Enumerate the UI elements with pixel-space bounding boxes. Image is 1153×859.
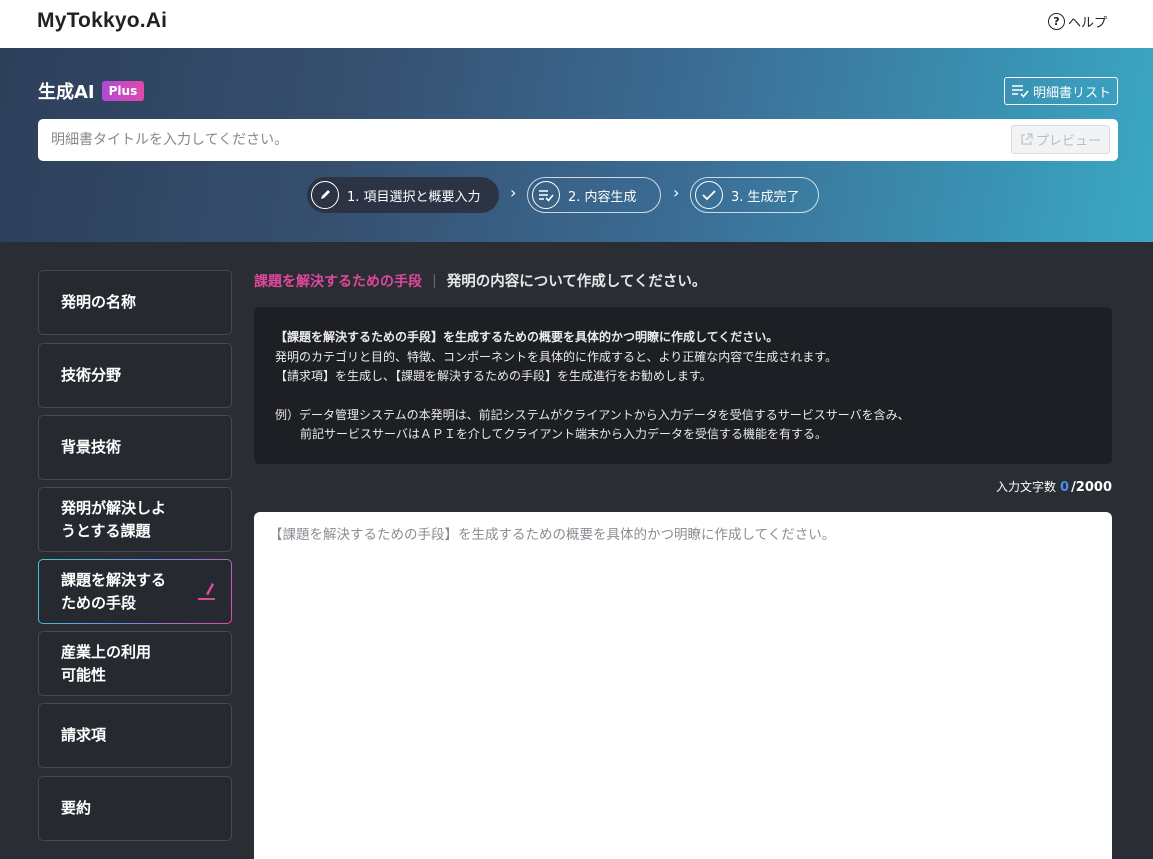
sidebar-item-label: 発明の名称 xyxy=(61,293,137,311)
section-instruction: 発明の内容について作成してください。 xyxy=(446,274,707,290)
sidebar-item-label: 課題を解決する ための手段 xyxy=(61,570,167,612)
spec-list-label: 明細書リスト xyxy=(1032,85,1111,101)
preview-label: プレビュー xyxy=(1035,134,1101,149)
sidebar-item-industrial-applicability[interactable]: 産業上の利用 可能性 xyxy=(38,631,232,696)
pencil-edit-icon xyxy=(198,583,215,600)
guide-line-1: 【課題を解決するための手段】を生成するための概要を具体的かつ明瞭に作成してくださ… xyxy=(275,330,779,344)
list-check-icon xyxy=(1011,85,1029,98)
spec-list-button[interactable]: 明細書リスト xyxy=(1004,77,1118,105)
preview-button[interactable]: プレビュー xyxy=(1011,125,1110,154)
guide-example-1: 例）データ管理システムの本発明は、前記システムがクライアントから入力データを受信… xyxy=(275,407,910,422)
title-input[interactable] xyxy=(38,119,998,161)
sidebar-item-problem[interactable]: 発明が解決しよ うとする課題 xyxy=(38,487,232,552)
hero-header: 生成AI Plus 明細書リスト プレビュー 1. 項目選択と概要入力 › xyxy=(0,48,1153,242)
char-counter-max: /2000 xyxy=(1071,480,1112,495)
content-textarea[interactable] xyxy=(254,512,1112,859)
app-logo[interactable]: MyTokkyo.Ai xyxy=(37,9,167,33)
heading-separator: | xyxy=(432,272,437,289)
list-check-icon xyxy=(532,181,560,209)
guide-example-2: 前記サービスサーバはＡＰＩを介してクライアント端末から入力データを受信する機能を… xyxy=(300,427,828,441)
char-counter-current: 0 xyxy=(1060,480,1070,495)
sidebar-item-technical-field[interactable]: 技術分野 xyxy=(38,343,232,408)
content-input-container xyxy=(254,512,1112,859)
help-button[interactable]: ? ヘルプ xyxy=(1048,12,1107,31)
step-3[interactable]: 3. 生成完了 xyxy=(690,177,819,213)
sidebar-item-solution[interactable]: 課題を解決する ための手段 xyxy=(38,559,232,624)
sidebar-item-label: 技術分野 xyxy=(61,366,122,384)
guide-box: 【課題を解決するための手段】を生成するための概要を具体的かつ明瞭に作成してくださ… xyxy=(254,307,1112,464)
check-icon xyxy=(695,181,723,209)
chevron-right-icon: › xyxy=(673,183,680,202)
chevron-right-icon: › xyxy=(510,183,517,202)
title-input-container: プレビュー xyxy=(38,119,1118,161)
step-2-label: 2. 内容生成 xyxy=(568,189,637,205)
sidebar-item-label: 要約 xyxy=(61,799,92,817)
page-title-text: 生成AI xyxy=(38,82,95,103)
sidebar-item-label: 背景技術 xyxy=(61,438,122,456)
top-bar: MyTokkyo.Ai ? ヘルプ xyxy=(0,0,1153,48)
char-counter-label: 入力文字数 xyxy=(996,480,1057,494)
plus-badge: Plus xyxy=(101,81,145,101)
sidebar-item-label: 発明が解決しよ うとする課題 xyxy=(61,498,167,540)
external-link-icon xyxy=(1021,133,1033,145)
step-1-label: 1. 項目選択と概要入力 xyxy=(347,189,481,205)
sidebar-item-claims[interactable]: 請求項 xyxy=(38,703,232,768)
step-3-label: 3. 生成完了 xyxy=(731,189,800,205)
section-name: 課題を解決するための手段 xyxy=(254,273,422,290)
question-icon: ? xyxy=(1048,13,1065,30)
help-label: ヘルプ xyxy=(1068,16,1108,31)
sidebar-item-background-art[interactable]: 背景技術 xyxy=(38,415,232,480)
pencil-icon xyxy=(311,181,339,209)
sidebar-item-invention-name[interactable]: 発明の名称 xyxy=(38,270,232,335)
sidebar-item-abstract[interactable]: 要約 xyxy=(38,776,232,841)
step-1[interactable]: 1. 項目選択と概要入力 xyxy=(307,177,499,213)
guide-line-3: 【請求項】を生成し、【課題を解決するための手段】を生成進行をお勧めします。 xyxy=(275,369,712,383)
guide-line-2: 発明のカテゴリと目的、特徴、コンポーネントを具体的に作成すると、より正確な内容で… xyxy=(275,349,838,364)
section-heading: 課題を解決するための手段 | 発明の内容について作成してください。 xyxy=(254,270,706,291)
page-title: 生成AI Plus xyxy=(38,78,145,104)
sidebar-item-label: 産業上の利用 可能性 xyxy=(61,642,152,684)
progress-stepper: 1. 項目選択と概要入力 › 2. 内容生成 › 3. 生成完了 xyxy=(0,177,1153,213)
step-2[interactable]: 2. 内容生成 xyxy=(527,177,661,213)
sidebar-item-label: 請求項 xyxy=(61,726,107,744)
char-counter: 入力文字数 0/2000 xyxy=(996,478,1112,495)
